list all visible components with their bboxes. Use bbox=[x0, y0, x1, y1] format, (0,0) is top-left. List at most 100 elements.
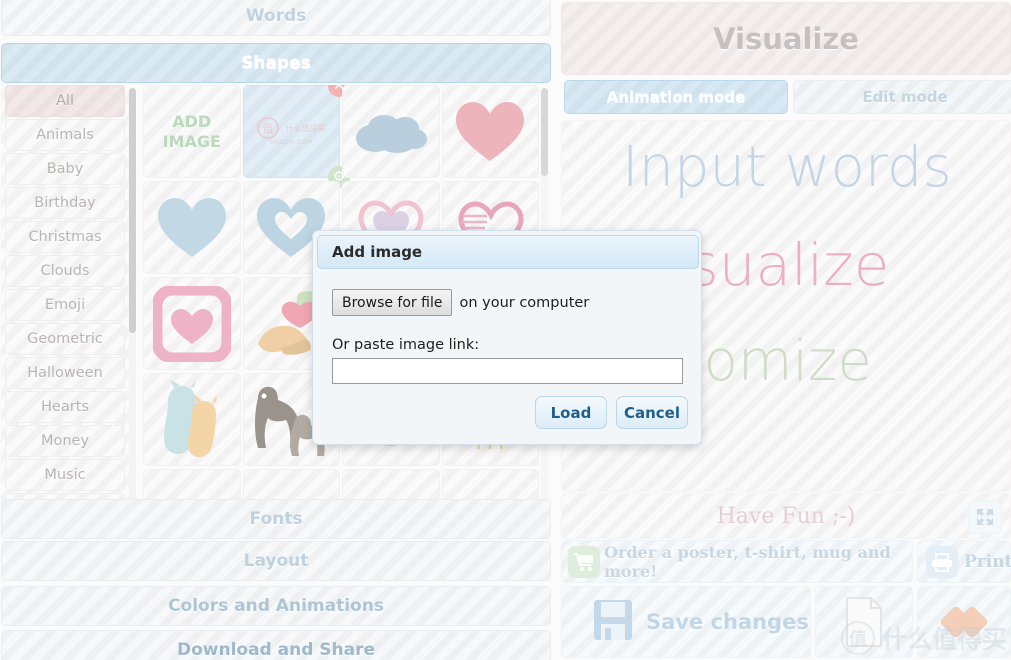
accordion-header-fonts[interactable]: Fonts bbox=[1, 499, 551, 539]
tab-animation-mode[interactable]: Animation mode bbox=[564, 80, 788, 114]
accordion-header-download-share[interactable]: Download and Share bbox=[1, 630, 551, 660]
shape-row: ADD IMAGE 值 什么值得买 SMZDM.COM ✕ ⚙ bbox=[143, 85, 541, 188]
have-fun-banner: Have Fun ;-) bbox=[561, 493, 1011, 539]
add-image-tile[interactable]: ADD IMAGE bbox=[143, 85, 241, 178]
cloud-icon bbox=[355, 114, 427, 153]
cloud-word-input-words[interactable]: Input words bbox=[622, 135, 952, 200]
print-label: Print bbox=[964, 551, 1011, 572]
tab-edit-label: Edit mode bbox=[862, 88, 948, 106]
category-item-clouds[interactable]: Clouds bbox=[5, 255, 125, 287]
image-link-input[interactable] bbox=[332, 358, 683, 384]
add-image-dialog: Add image Browse for file on your comput… bbox=[312, 230, 702, 445]
category-item-money[interactable]: Money bbox=[5, 425, 125, 457]
category-item-animals[interactable]: Animals bbox=[5, 119, 125, 151]
printer-icon bbox=[926, 545, 958, 578]
category-item-halloween[interactable]: Halloween bbox=[5, 357, 125, 389]
cart-icon bbox=[568, 545, 600, 578]
floppy-glyph bbox=[594, 600, 632, 640]
add-image-line1: ADD bbox=[172, 111, 212, 131]
category-item-christmas[interactable]: Christmas bbox=[5, 221, 125, 253]
save-changes-label: Save changes bbox=[646, 610, 809, 634]
category-label: Money bbox=[40, 433, 90, 449]
browse-row: Browse for file on your computer bbox=[313, 289, 703, 316]
have-fun-text: Have Fun ;-) bbox=[716, 503, 856, 529]
category-label: Clouds bbox=[40, 263, 90, 279]
shape-heart-pink[interactable] bbox=[441, 85, 539, 178]
accordion-header-colors-animations[interactable]: Colors and Animations bbox=[1, 586, 551, 626]
category-scrollbar-thumb[interactable] bbox=[129, 88, 136, 333]
category-item-music[interactable]: Music bbox=[5, 459, 125, 491]
fullscreen-button[interactable] bbox=[968, 500, 1002, 534]
cart-glyph bbox=[574, 552, 593, 571]
thumbnail-logo: 值 什么值得买 SMZDM.COM bbox=[256, 117, 326, 146]
thumbnail-brand: 什么值得买 bbox=[285, 123, 326, 133]
category-label: Christmas bbox=[28, 229, 102, 245]
smzdm-watermark-logo-icon: 值 bbox=[840, 621, 875, 655]
heart-icon bbox=[157, 197, 226, 257]
smzdm-watermark-text: 什么值得买 bbox=[881, 625, 1007, 654]
category-scrollbar[interactable] bbox=[129, 88, 136, 503]
cancel-label: Cancel bbox=[623, 403, 680, 422]
smzdm-logo-icon: 值 bbox=[256, 117, 279, 139]
category-item-birthday[interactable]: Birthday bbox=[5, 187, 125, 219]
cat-icon bbox=[163, 379, 217, 457]
action-row-order: Order a poster, t-shirt, mug and more! P… bbox=[561, 540, 1011, 583]
shape-grid-scrollbar-thumb[interactable] bbox=[541, 88, 548, 176]
fullscreen-icon bbox=[977, 509, 993, 525]
dialog-body: Browse for file on your computer Or past… bbox=[313, 273, 703, 384]
load-button[interactable]: Load bbox=[535, 396, 607, 429]
accordion-header-shapes[interactable]: Shapes bbox=[1, 43, 551, 83]
accordion-label-words: Words bbox=[245, 6, 307, 26]
dialog-buttons: Load Cancel bbox=[535, 396, 688, 429]
category-label: Geometric bbox=[27, 331, 103, 347]
add-image-line2: IMAGE bbox=[162, 131, 221, 151]
category-label: Music bbox=[44, 467, 86, 483]
category-item-hearts[interactable]: Hearts bbox=[5, 391, 125, 423]
category-item-all[interactable]: All bbox=[5, 85, 125, 117]
tab-animation-label: Animation mode bbox=[606, 88, 746, 106]
accordion-label-download: Download and Share bbox=[176, 640, 376, 660]
app-root: Words Shapes All Animals Baby Birthday C… bbox=[0, 0, 1011, 660]
browse-suffix-text: on your computer bbox=[459, 294, 590, 311]
heart-icon bbox=[456, 101, 525, 161]
category-item-baby[interactable]: Baby bbox=[5, 153, 125, 185]
page-title: Visualize bbox=[561, 2, 1011, 75]
category-label: Birthday bbox=[34, 195, 96, 211]
shape-cloud[interactable] bbox=[342, 85, 440, 178]
floppy-icon bbox=[592, 598, 634, 646]
accordion-label-fonts: Fonts bbox=[249, 509, 303, 529]
heart-square-icon bbox=[152, 285, 231, 362]
browse-for-file-label: Browse for file bbox=[342, 294, 443, 311]
category-label: Emoji bbox=[44, 297, 86, 313]
print-button[interactable]: Print bbox=[917, 540, 1011, 583]
category-label: Hearts bbox=[41, 399, 89, 415]
shape-heart-blue[interactable] bbox=[143, 181, 241, 274]
accordion-header-words[interactable]: Words bbox=[1, 0, 551, 36]
category-item-emoji[interactable]: Emoji bbox=[5, 289, 125, 321]
category-label: All bbox=[56, 93, 74, 109]
shape-cat-pair[interactable] bbox=[143, 373, 241, 466]
category-label: Halloween bbox=[27, 365, 103, 381]
accordion-label-colors: Colors and Animations bbox=[168, 596, 384, 616]
browse-for-file-button[interactable]: Browse for file bbox=[332, 289, 453, 316]
category-label: Baby bbox=[46, 161, 84, 177]
visualize-title-text: Visualize bbox=[713, 21, 859, 56]
shape-heart-square-pink[interactable] bbox=[143, 277, 241, 370]
accordion-label-layout: Layout bbox=[243, 551, 309, 571]
shape-category-list[interactable]: All Animals Baby Birthday Christmas Clou… bbox=[1, 85, 129, 505]
paste-link-label: Or paste image link: bbox=[332, 337, 480, 353]
load-label: Load bbox=[550, 403, 592, 422]
dialog-title: Add image bbox=[332, 243, 423, 261]
accordion-label-shapes: Shapes bbox=[241, 53, 311, 73]
dialog-titlebar: Add image bbox=[317, 235, 699, 269]
cancel-button[interactable]: Cancel bbox=[616, 396, 688, 429]
thumbnail-brand-sub: SMZDM.COM bbox=[269, 139, 313, 146]
order-poster-button[interactable]: Order a poster, t-shirt, mug and more! bbox=[561, 540, 913, 583]
category-item-geometric[interactable]: Geometric bbox=[5, 323, 125, 355]
tab-edit-mode[interactable]: Edit mode bbox=[793, 80, 1011, 114]
printer-glyph bbox=[932, 552, 952, 572]
accordion-header-layout[interactable]: Layout bbox=[1, 541, 551, 581]
category-label: Animals bbox=[36, 127, 94, 143]
save-changes-button[interactable]: Save changes bbox=[561, 586, 811, 658]
shape-thumbnail-selected[interactable]: 值 什么值得买 SMZDM.COM ✕ ⚙ bbox=[242, 85, 350, 188]
